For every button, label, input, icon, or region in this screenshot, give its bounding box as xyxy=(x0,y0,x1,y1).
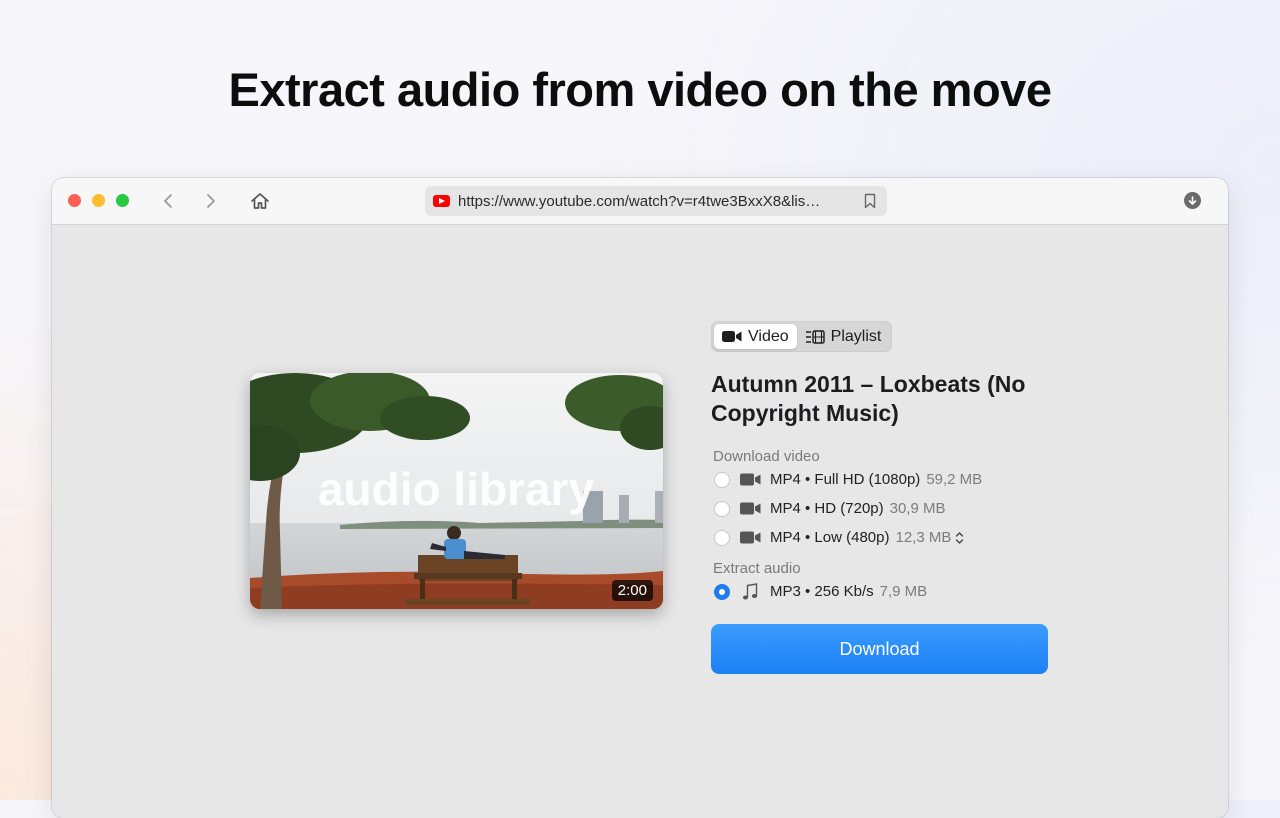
option-size: 12,3 MB xyxy=(895,529,952,546)
tab-playlist-label: Playlist xyxy=(830,327,882,345)
chevron-left-icon xyxy=(164,194,172,208)
home-icon xyxy=(251,193,269,209)
bookmark-button[interactable] xyxy=(861,193,879,209)
download-video-label: Download video xyxy=(713,448,820,465)
url-text[interactable]: https://www.youtube.com/watch?v=r4twe3Bx… xyxy=(458,193,855,210)
download-panel: Video Playlist Autumn 2011 – Loxbeats (N… xyxy=(711,321,1049,674)
chevron-up-down-icon xyxy=(956,531,964,544)
video-camera-icon xyxy=(739,531,761,544)
video-camera-icon xyxy=(739,473,761,486)
option-size: 59,2 MB xyxy=(926,471,983,488)
radio-button[interactable] xyxy=(714,500,730,517)
radio-button[interactable] xyxy=(714,529,730,546)
home-button[interactable] xyxy=(249,190,271,212)
option-label: MP4 • Low (480p) xyxy=(770,529,890,546)
option-size: 30,9 MB xyxy=(889,500,946,517)
option-size: 7,9 MB xyxy=(879,583,928,600)
quality-stepper[interactable] xyxy=(955,531,964,545)
bookmark-icon xyxy=(864,193,876,209)
option-label: MP4 • Full HD (1080p) xyxy=(770,471,921,488)
forward-button[interactable] xyxy=(200,190,222,212)
arrow-down-icon xyxy=(1188,195,1197,205)
download-button[interactable]: Download xyxy=(711,624,1048,674)
page-headline: Extract audio from video on the move xyxy=(228,63,1052,116)
option-mp4-720p[interactable]: MP4 • HD (720p) 30,9 MB xyxy=(714,494,1049,523)
option-mp3-256[interactable]: MP3 • 256 Kb/s 7,9 MB xyxy=(714,577,1049,606)
close-window-button[interactable] xyxy=(68,194,81,207)
video-camera-icon xyxy=(739,502,761,515)
duration-badge: 2:00 xyxy=(611,580,653,601)
music-note-icon xyxy=(739,582,761,601)
radio-button-checked[interactable] xyxy=(714,583,730,600)
option-mp4-1080p[interactable]: MP4 • Full HD (1080p) 59,2 MB xyxy=(714,465,1049,494)
option-label: MP3 • 256 Kb/s xyxy=(770,583,874,600)
radio-button[interactable] xyxy=(714,471,730,488)
minimize-window-button[interactable] xyxy=(92,194,105,207)
address-bar[interactable]: https://www.youtube.com/watch?v=r4twe3Bx… xyxy=(425,186,887,216)
tab-playlist[interactable]: Playlist xyxy=(797,324,890,349)
browser-window: https://www.youtube.com/watch?v=r4twe3Bx… xyxy=(52,178,1228,818)
tab-video-label: Video xyxy=(748,327,789,345)
thumbnail-image: audio library xyxy=(250,373,663,609)
chevron-right-icon xyxy=(207,194,215,208)
downloads-button[interactable] xyxy=(1184,192,1201,209)
browser-toolbar: https://www.youtube.com/watch?v=r4twe3Bx… xyxy=(52,178,1228,225)
option-mp4-480p[interactable]: MP4 • Low (480p) 12,3 MB xyxy=(714,523,1049,552)
youtube-icon xyxy=(433,195,450,207)
video-thumbnail[interactable]: audio library 2:00 xyxy=(250,373,663,609)
back-button[interactable] xyxy=(157,190,179,212)
playlist-icon xyxy=(805,329,825,344)
option-label: MP4 • HD (720p) xyxy=(770,500,884,517)
zoom-window-button[interactable] xyxy=(116,194,129,207)
extract-audio-label: Extract audio xyxy=(713,560,801,577)
video-title: Autumn 2011 – Loxbeats (No Copyright Mus… xyxy=(711,371,1026,426)
video-camera-icon xyxy=(722,331,742,342)
tab-video[interactable]: Video xyxy=(714,324,797,349)
mode-segmented-control: Video Playlist xyxy=(711,321,893,352)
thumbnail-text: audio library xyxy=(318,463,594,515)
